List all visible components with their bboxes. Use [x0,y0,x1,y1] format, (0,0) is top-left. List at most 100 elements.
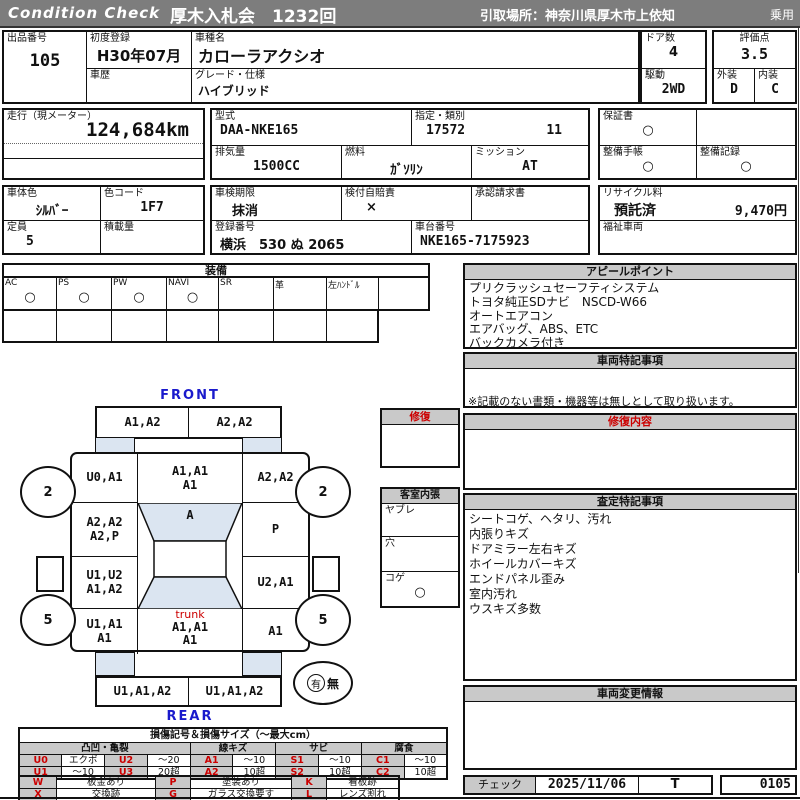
warranty-label: 保証書 [603,111,633,122]
vehicle-class: 乗用 [769,8,794,22]
exterior-grade-value: D [730,82,738,97]
insurance-label: 検付自賠責 [345,188,395,199]
legend-code: C1 [360,754,405,767]
equipment-empty-cell [274,311,327,341]
right-edge-rule [798,28,799,573]
special-notes-title: 車両特記事項 [465,354,795,369]
cabin-row-label: コゲ [385,573,405,584]
color-code-value: 1F7 [140,200,164,215]
legend-code: P [155,775,191,789]
mission-cell: ミッション AT [472,146,588,178]
mileage-empty-row-1 [4,144,203,159]
repair-detail-title: 修復内容 [465,415,795,430]
score-value: 3.5 [740,45,769,63]
warranty-value: ○ [642,123,654,138]
special-notes-section: 車両特記事項 ※記載のない書類・機器等は無しとして取り扱います。 [463,352,797,408]
equipment-label: PW [113,278,128,288]
equipment-empty-cell [219,311,274,341]
assessment-line: エンドパネル歪み [469,572,566,586]
legend-code: W [18,775,57,789]
check-row: チェック 2025/11/06 T [463,775,713,795]
type-class-cell: 指定・類別 17572 11 [412,110,588,146]
welfare-label: 福祉車両 [603,222,643,233]
equipment-empty-cell [57,311,112,341]
doors-drive-box: ドア数 4 駆動 2WD [640,30,707,104]
maintenance-record-label: 整備記録 [700,147,740,158]
legend-desc: ～10 [232,754,277,767]
displacement-label: 排気量 [215,147,245,158]
grade-label: グレード・仕様 [195,70,265,81]
change-info-content [465,702,795,772]
maintenance-record-value: ○ [740,159,752,174]
rear-bumper-corner-right [242,652,282,676]
drive-label: 駆動 [645,70,665,81]
interior-grade-label: 内装 [758,70,778,81]
equipment-cell-leather: 革 [274,278,327,309]
trunk-marks: A1,A1 A1 [171,619,209,647]
displacement-cell: 排気量 1500CC [212,146,342,178]
mileage-value: 124,684km [86,119,189,141]
left-front-door: A2,A2 A2,P [72,503,138,557]
front-bumper-right: A2,A2 [216,414,253,429]
condition-check-sheet: Condition Check 厚木入札会 1232回 引取場所：神奈川県厚木市… [0,0,800,800]
mission-value: AT [522,159,538,174]
equipment-cell-ps: PS ○ [57,278,112,309]
hood: A1,A1 A1 [171,464,209,492]
equipment-cell-lhd: 左ﾊﾝﾄﾞﾙ [327,278,379,309]
equipment-row-1: AC ○ PS ○ PW ○ NAVI ○ SR 革 左ﾊﾝﾄﾞﾙ [2,276,430,311]
score-cell: 評価点 3.5 [714,32,795,69]
check-date: 2025/11/06 [536,777,639,793]
first-registration-label: 初度登録 [90,33,130,44]
recycle-cell: リサイクル料 預託済 9,470円 [600,187,795,221]
repair-flag-box: 修復 [380,408,460,468]
special-notes-content: ※記載のない書類・機器等は無しとして取り扱います。 [465,369,795,410]
sheet-number: 0105 [720,775,797,795]
model-name-cell: 車種名 カローラアクシオ [192,32,638,69]
drive-value: 2WD [661,82,686,97]
equipment-label: NAVI [168,278,190,288]
appeal-line: オートエアコン [469,308,554,323]
equipment-label: PS [58,278,70,288]
brand-logo: Condition Check [8,4,161,22]
cabin-row-value: ○ [414,585,426,600]
body-color-value: ｼﾙﾊﾞｰ [35,204,69,219]
mileage-box: 走行（現メーター） 124,684km [2,108,205,180]
documents-box: 保証書 ○ 整備手帳 ○ 整備記録 ○ [598,108,797,180]
vehicle-id-box: 出品番号 105 初度登録 H30年07月 車種名 カローラアクシオ 車歴 グレ… [2,30,640,104]
color-code-cell: 色コード 1F7 [101,187,203,221]
inspection-cell: 車検期限 抹消 [212,187,342,221]
cabin-row-label: ヤブレ [385,505,415,516]
pickup-location: 引取場所：神奈川県厚木市上依知 [480,9,676,24]
equipment-value: ○ [24,290,36,305]
legend-desc: ～10 [318,754,362,767]
chassis-label: 車台番号 [415,222,455,233]
equipment-empty-cell [327,311,377,341]
legend-desc: 看板跡 [326,775,400,789]
chassis-value: NKE165-7175923 [420,234,530,249]
assessment-line: 内張りキズ [469,527,530,541]
right-rear-door: U2,A1 [242,557,308,609]
diagram-rear-label: REAR [166,709,214,724]
bottom-rule [0,797,800,799]
windshield-mark: A [186,508,194,523]
equipment-label: 左ﾊﾝﾄﾞﾙ [328,281,360,291]
equipment-cell-extra [379,278,428,309]
lot-number-label: 出品番号 [7,33,47,44]
mileage-cell: 走行（現メーター） 124,684km [4,110,203,144]
spare-has-mark: 有 [306,674,325,692]
equipment-label: 革 [275,281,285,291]
equipment-value: ○ [186,290,199,305]
score-box: 評価点 3.5 外装 D 内装 C [712,30,797,104]
displacement-value: 1500CC [253,159,300,174]
interior-grade-cell: 内装 C [755,69,795,102]
first-registration-value: H30年07月 [96,47,182,65]
cabin-row-label: 穴 [385,538,395,549]
rear-bumper-left: U1,A1,A2 [97,678,189,705]
history-label: 車歴 [90,70,110,81]
header-bar: Condition Check 厚木入札会 1232回 引取場所：神奈川県厚木市… [0,0,800,28]
assessment-line: シートコゲ、ヘタリ、汚れ [469,512,612,526]
spare-none-mark: 無 [326,676,339,691]
assessment-line: 室内汚れ [469,587,518,601]
assessment-notes-section: 査定特記事項 シートコゲ、ヘタリ、汚れ 内張りキズ ドアミラー左右キズ ホイール… [463,493,797,681]
repair-flag-title: 修復 [382,410,458,425]
